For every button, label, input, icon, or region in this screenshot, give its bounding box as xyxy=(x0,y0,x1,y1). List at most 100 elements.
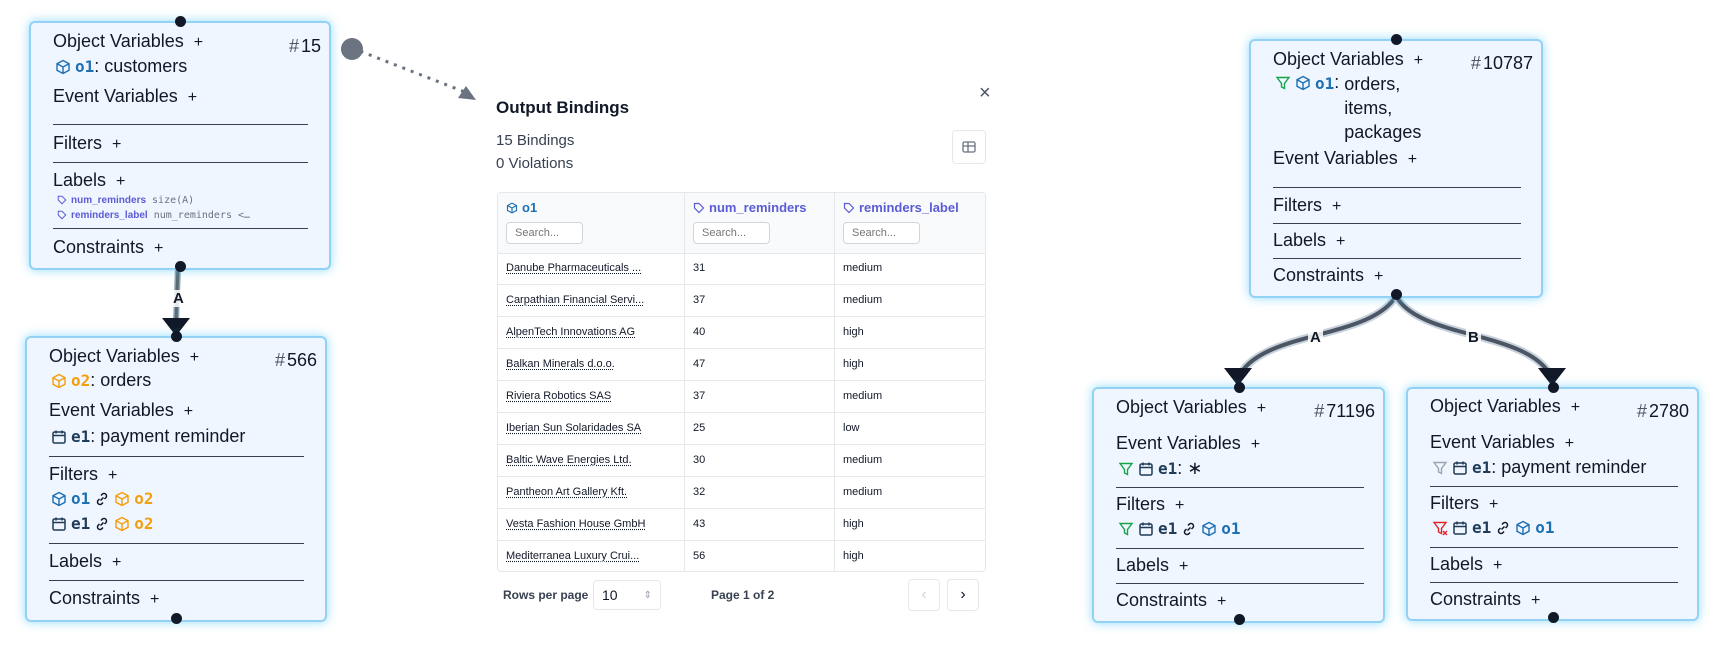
object-link[interactable]: Balkan Minerals d.o.o. xyxy=(498,349,685,380)
node-top-port[interactable] xyxy=(171,331,182,342)
column-header-o1[interactable]: o1 xyxy=(498,193,685,253)
object-variable-o1[interactable]: o1: orders, items, packages xyxy=(1275,72,1421,144)
add-filter-button[interactable]: + xyxy=(1175,497,1184,514)
add-object-variable-button[interactable]: + xyxy=(1257,400,1266,417)
column-header-num-reminders[interactable]: num_reminders xyxy=(685,193,835,253)
object-variable-o2[interactable]: o2: orders xyxy=(51,370,151,391)
add-label-button[interactable]: + xyxy=(116,173,125,190)
object-types-list: orders, items, packages xyxy=(1344,74,1422,142)
add-event-variable-button[interactable]: + xyxy=(184,403,193,420)
add-constraint-button[interactable]: + xyxy=(1531,592,1540,609)
add-constraint-button[interactable]: + xyxy=(1217,593,1226,610)
label-item[interactable]: reminders_label num_reminders <… xyxy=(57,210,250,221)
object-link[interactable]: Carpathian Financial Servi... xyxy=(498,285,685,316)
object-link[interactable]: Riviera Robotics SAS xyxy=(498,381,685,412)
add-label-button[interactable]: + xyxy=(112,554,121,571)
node-bottom-port[interactable] xyxy=(175,261,186,272)
object-link[interactable]: Iberian Sun Solaridades SA xyxy=(498,413,685,444)
add-filter-button[interactable]: + xyxy=(1489,496,1498,513)
query-node-71196[interactable]: Object Variables + #71196 Event Variables… xyxy=(1092,382,1385,625)
query-node-2780[interactable]: Object Variables + #2780 Event Variables +… xyxy=(1406,382,1699,623)
table-icon xyxy=(962,141,976,153)
add-label-button[interactable]: + xyxy=(1179,558,1188,575)
table-row[interactable]: Danube Pharmaceuticals ... 31 medium xyxy=(498,253,985,285)
query-node-566[interactable]: Object Variables + #566 o2: orders Event … xyxy=(25,331,327,624)
table-row[interactable]: AlpenTech Innovations AG 40 high xyxy=(498,317,985,349)
node-bottom-port[interactable] xyxy=(1234,614,1245,625)
filters-heading: Filters + xyxy=(1116,494,1185,514)
add-label-button[interactable]: + xyxy=(1493,557,1502,574)
add-object-variable-button[interactable]: + xyxy=(1571,399,1580,416)
filter-item[interactable]: e1 o1 xyxy=(1432,518,1555,537)
labels-heading: Labels + xyxy=(1273,230,1346,250)
filter-item[interactable]: e1 o2 xyxy=(51,514,154,533)
event-variables-heading: Event Variables + xyxy=(1273,148,1418,168)
node-id: #15 xyxy=(288,36,321,56)
node-bottom-port[interactable] xyxy=(1391,289,1402,300)
object-link[interactable]: Danube Pharmaceuticals ... xyxy=(498,253,685,284)
tag-icon xyxy=(57,211,67,220)
table-row[interactable]: Carpathian Financial Servi... 37 medium xyxy=(498,285,985,317)
prev-page-button[interactable]: ‹ xyxy=(908,579,940,611)
add-event-variable-button[interactable]: + xyxy=(1408,151,1417,168)
table-row[interactable]: Iberian Sun Solaridades SA 25 low xyxy=(498,413,985,445)
object-link[interactable]: Vesta Fashion House GmbH xyxy=(498,509,685,540)
edge-label-a-left: A xyxy=(171,290,186,307)
filter-item[interactable]: o1 o2 xyxy=(51,489,154,508)
column-header-reminders-label[interactable]: reminders_label xyxy=(835,193,985,253)
object-link[interactable]: Pantheon Art Gallery Kft. xyxy=(498,477,685,508)
add-object-variable-button[interactable]: + xyxy=(190,349,199,366)
filters-heading: Filters + xyxy=(53,133,122,153)
node-bottom-port[interactable] xyxy=(171,613,182,624)
table-row[interactable]: Riviera Robotics SAS 37 medium xyxy=(498,381,985,413)
add-constraint-button[interactable]: + xyxy=(154,240,163,257)
add-event-variable-button[interactable]: + xyxy=(1251,436,1260,453)
add-filter-button[interactable]: + xyxy=(108,467,117,484)
node-top-port[interactable] xyxy=(1234,382,1245,393)
table-row[interactable]: Balkan Minerals d.o.o. 47 high xyxy=(498,349,985,381)
next-page-button[interactable]: › xyxy=(947,579,979,611)
table-row[interactable]: Vesta Fashion House GmbH 43 high xyxy=(498,509,985,541)
close-icon[interactable]: × xyxy=(979,82,991,105)
reminders-label-cell: medium xyxy=(843,294,883,306)
event-variable-e1[interactable]: e1: payment reminder xyxy=(51,426,245,447)
reminders-label-cell: medium xyxy=(843,262,883,274)
node-top-port[interactable] xyxy=(175,16,186,27)
num-reminders-cell: 37 xyxy=(685,285,835,316)
node-bottom-port[interactable] xyxy=(1548,612,1559,623)
panel-anchor-handle[interactable] xyxy=(341,38,363,60)
cube-icon xyxy=(1202,521,1216,536)
filter-item[interactable]: e1 o1 xyxy=(1118,519,1241,538)
table-view-button[interactable] xyxy=(952,130,986,164)
chevron-left-icon: ‹ xyxy=(921,586,927,603)
add-label-button[interactable]: + xyxy=(1336,233,1345,250)
label-item[interactable]: num_reminders size(A) xyxy=(57,195,194,206)
search-input-reminders-label[interactable] xyxy=(843,222,920,244)
add-filter-button[interactable]: + xyxy=(112,136,121,153)
node-top-port[interactable] xyxy=(1391,34,1402,45)
event-variable-e1[interactable]: e1: payment reminder xyxy=(1432,457,1646,478)
add-object-variable-button[interactable]: + xyxy=(1414,52,1423,69)
add-constraint-button[interactable]: + xyxy=(150,591,159,608)
search-input-o1[interactable] xyxy=(506,222,583,244)
table-row[interactable]: Baltic Wave Energies Ltd. 30 medium xyxy=(498,445,985,477)
table-row[interactable]: Mediterranea Luxury Crui... 56 high xyxy=(498,541,985,571)
rows-per-page-select[interactable]: 10 ⇕ xyxy=(593,580,661,610)
add-event-variable-button[interactable]: + xyxy=(188,89,197,106)
object-variable-o1[interactable]: o1: customers xyxy=(55,56,187,77)
query-node-15[interactable]: Object Variables + #15 o1: customers Even… xyxy=(29,16,331,272)
link-icon xyxy=(1498,521,1509,534)
node-top-port[interactable] xyxy=(1548,382,1559,393)
add-event-variable-button[interactable]: + xyxy=(1565,435,1574,452)
object-link[interactable]: AlpenTech Innovations AG xyxy=(498,317,685,348)
query-node-10787[interactable]: Object Variables + #10787 o1: orders, ite… xyxy=(1249,34,1543,300)
table-row[interactable]: Pantheon Art Gallery Kft. 32 medium xyxy=(498,477,985,509)
add-object-variable-button[interactable]: + xyxy=(194,34,203,51)
object-link[interactable]: Baltic Wave Energies Ltd. xyxy=(498,445,685,476)
object-link[interactable]: Mediterranea Luxury Crui... xyxy=(498,541,685,571)
add-constraint-button[interactable]: + xyxy=(1374,268,1383,285)
add-filter-button[interactable]: + xyxy=(1332,198,1341,215)
num-reminders-cell: 43 xyxy=(685,509,835,540)
event-variable-e1[interactable]: e1: ∗ xyxy=(1118,458,1202,479)
search-input-num-reminders[interactable] xyxy=(693,222,770,244)
